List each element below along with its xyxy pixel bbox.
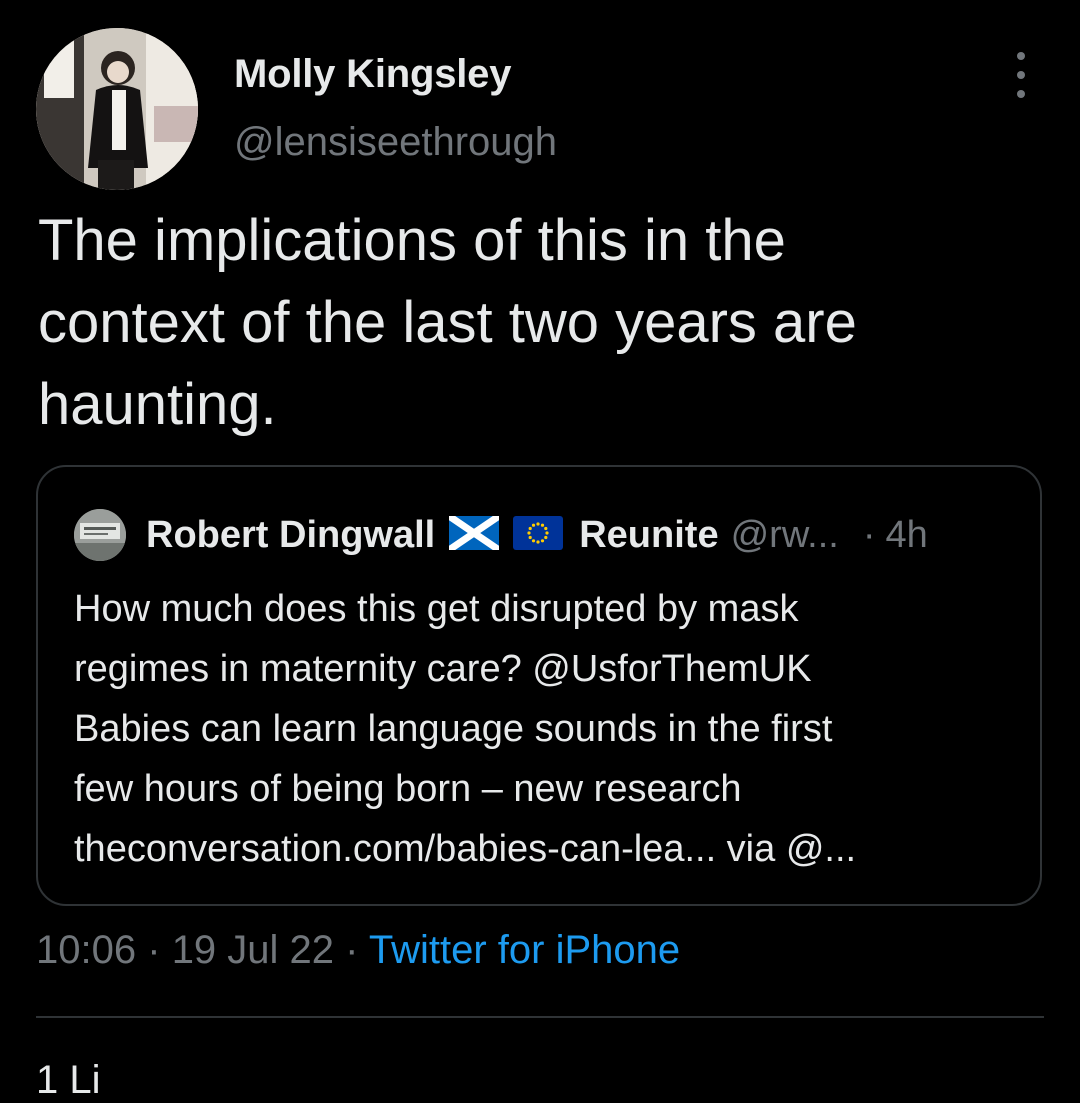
- quoted-tweet-card[interactable]: Robert Dingwall Reunite @rw... · 4h How …: [36, 465, 1042, 906]
- quoted-text-line: regimes in maternity care? @UsforThemUK: [74, 648, 812, 690]
- author-avatar[interactable]: [36, 28, 198, 190]
- tweet-detail: Molly Kingsley @lensiseethrough The impl…: [0, 0, 1080, 1102]
- tweet-text-line: The implications of this in the: [38, 208, 786, 273]
- quoted-author-name: Robert Dingwall: [146, 513, 436, 556]
- tweet-metadata: 10:06 · 19 Jul 22 · Twitter for iPhone: [36, 928, 680, 973]
- quoted-author-name-suffix: Reunite: [579, 513, 719, 556]
- quoted-text-line: Babies can learn language sounds in the …: [74, 708, 833, 750]
- quoted-tweet-time: 4h: [885, 513, 928, 556]
- tweet-stats[interactable]: 1 Li: [36, 1058, 101, 1103]
- quoted-author-avatar: [74, 509, 126, 561]
- meta-separator: ·: [345, 928, 359, 972]
- tweet-text: The implications of this in the context …: [38, 200, 1048, 446]
- avatar-photo: [36, 28, 198, 190]
- tweet-time: 10:06: [36, 928, 137, 972]
- menu-dot: [1017, 71, 1025, 79]
- quoted-text-line: few hours of being born – new research: [74, 768, 742, 810]
- divider: [36, 1016, 1044, 1018]
- tweet-source-link[interactable]: Twitter for iPhone: [369, 928, 680, 972]
- quoted-tweet-header: Robert Dingwall Reunite @rw... · 4h: [74, 509, 928, 561]
- quoted-header-separator: ·: [862, 513, 876, 556]
- meta-separator: ·: [147, 928, 161, 972]
- more-vertical-icon[interactable]: [1000, 52, 1042, 98]
- eu-flag-icon: [513, 515, 564, 555]
- tweet-date: 19 Jul 22: [171, 928, 335, 972]
- tweet-text-line: haunting.: [38, 372, 277, 437]
- quoted-author-handle: @rw...: [730, 513, 839, 556]
- author-handle[interactable]: @lensiseethrough: [234, 120, 557, 165]
- menu-dot: [1017, 52, 1025, 60]
- quoted-avatar-photo: [74, 509, 126, 561]
- quoted-text-line: How much does this get disrupted by mask: [74, 588, 799, 630]
- quoted-tweet-text: How much does this get disrupted by mask…: [74, 579, 1024, 879]
- tweet-text-line: context of the last two years are: [38, 290, 857, 355]
- author-name[interactable]: Molly Kingsley: [234, 52, 511, 97]
- menu-dot: [1017, 90, 1025, 98]
- quoted-text-line: theconversation.com/babies-can-lea... vi…: [74, 828, 857, 870]
- scotland-flag-icon: [447, 512, 502, 555]
